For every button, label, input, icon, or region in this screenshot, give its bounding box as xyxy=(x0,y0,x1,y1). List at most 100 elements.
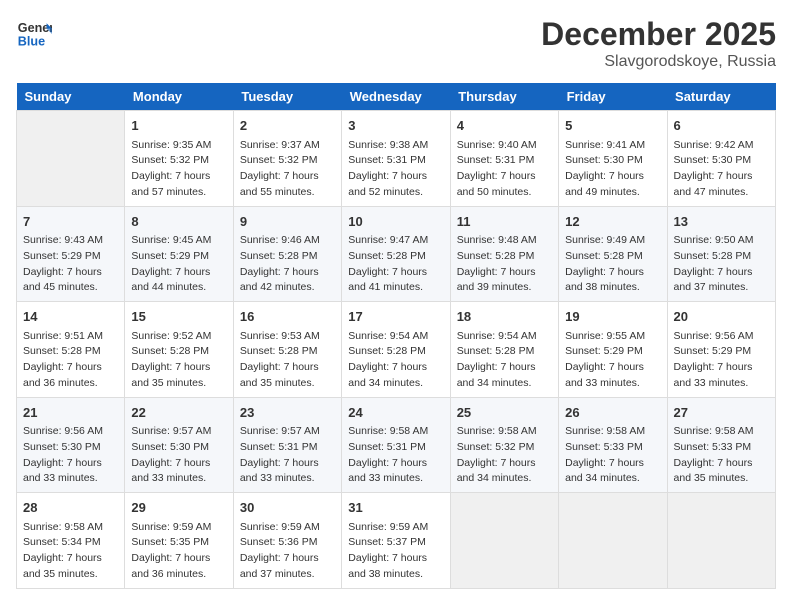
day-number: 17 xyxy=(348,307,443,327)
weekday-tuesday: Tuesday xyxy=(233,83,341,111)
calendar-cell: 3Sunrise: 9:38 AMSunset: 5:31 PMDaylight… xyxy=(342,111,450,207)
calendar-cell: 21Sunrise: 9:56 AMSunset: 5:30 PMDayligh… xyxy=(17,397,125,493)
weekday-thursday: Thursday xyxy=(450,83,558,111)
logo-icon: General Blue xyxy=(16,16,52,52)
calendar-cell: 17Sunrise: 9:54 AMSunset: 5:28 PMDayligh… xyxy=(342,302,450,398)
logo: General Blue xyxy=(16,16,52,52)
cell-info: Sunrise: 9:47 AMSunset: 5:28 PMDaylight:… xyxy=(348,233,443,296)
day-number: 21 xyxy=(23,403,118,423)
cell-info: Sunrise: 9:55 AMSunset: 5:29 PMDaylight:… xyxy=(565,329,660,392)
weekday-header-row: SundayMondayTuesdayWednesdayThursdayFrid… xyxy=(17,83,776,111)
calendar-cell: 16Sunrise: 9:53 AMSunset: 5:28 PMDayligh… xyxy=(233,302,341,398)
day-number: 23 xyxy=(240,403,335,423)
calendar-cell: 10Sunrise: 9:47 AMSunset: 5:28 PMDayligh… xyxy=(342,206,450,302)
calendar-cell: 20Sunrise: 9:56 AMSunset: 5:29 PMDayligh… xyxy=(667,302,775,398)
calendar-cell: 31Sunrise: 9:59 AMSunset: 5:37 PMDayligh… xyxy=(342,493,450,589)
calendar-table: SundayMondayTuesdayWednesdayThursdayFrid… xyxy=(16,83,776,589)
cell-info: Sunrise: 9:50 AMSunset: 5:28 PMDaylight:… xyxy=(674,233,769,296)
cell-info: Sunrise: 9:35 AMSunset: 5:32 PMDaylight:… xyxy=(131,138,226,201)
day-number: 24 xyxy=(348,403,443,423)
day-number: 3 xyxy=(348,116,443,136)
weekday-wednesday: Wednesday xyxy=(342,83,450,111)
calendar-cell xyxy=(559,493,667,589)
calendar-cell: 2Sunrise: 9:37 AMSunset: 5:32 PMDaylight… xyxy=(233,111,341,207)
week-row-2: 7Sunrise: 9:43 AMSunset: 5:29 PMDaylight… xyxy=(17,206,776,302)
calendar-cell: 30Sunrise: 9:59 AMSunset: 5:36 PMDayligh… xyxy=(233,493,341,589)
cell-info: Sunrise: 9:58 AMSunset: 5:32 PMDaylight:… xyxy=(457,424,552,487)
calendar-cell: 12Sunrise: 9:49 AMSunset: 5:28 PMDayligh… xyxy=(559,206,667,302)
day-number: 15 xyxy=(131,307,226,327)
day-number: 4 xyxy=(457,116,552,136)
cell-info: Sunrise: 9:41 AMSunset: 5:30 PMDaylight:… xyxy=(565,138,660,201)
cell-info: Sunrise: 9:54 AMSunset: 5:28 PMDaylight:… xyxy=(457,329,552,392)
cell-info: Sunrise: 9:46 AMSunset: 5:28 PMDaylight:… xyxy=(240,233,335,296)
day-number: 6 xyxy=(674,116,769,136)
calendar-cell: 24Sunrise: 9:58 AMSunset: 5:31 PMDayligh… xyxy=(342,397,450,493)
calendar-cell: 5Sunrise: 9:41 AMSunset: 5:30 PMDaylight… xyxy=(559,111,667,207)
week-row-3: 14Sunrise: 9:51 AMSunset: 5:28 PMDayligh… xyxy=(17,302,776,398)
day-number: 10 xyxy=(348,212,443,232)
cell-info: Sunrise: 9:49 AMSunset: 5:28 PMDaylight:… xyxy=(565,233,660,296)
calendar-cell xyxy=(450,493,558,589)
cell-info: Sunrise: 9:59 AMSunset: 5:37 PMDaylight:… xyxy=(348,520,443,583)
day-number: 31 xyxy=(348,498,443,518)
calendar-cell: 15Sunrise: 9:52 AMSunset: 5:28 PMDayligh… xyxy=(125,302,233,398)
calendar-cell: 19Sunrise: 9:55 AMSunset: 5:29 PMDayligh… xyxy=(559,302,667,398)
cell-info: Sunrise: 9:59 AMSunset: 5:35 PMDaylight:… xyxy=(131,520,226,583)
day-number: 18 xyxy=(457,307,552,327)
day-number: 9 xyxy=(240,212,335,232)
day-number: 11 xyxy=(457,212,552,232)
calendar-cell: 18Sunrise: 9:54 AMSunset: 5:28 PMDayligh… xyxy=(450,302,558,398)
month-year: December 2025 xyxy=(541,16,776,53)
cell-info: Sunrise: 9:56 AMSunset: 5:29 PMDaylight:… xyxy=(674,329,769,392)
cell-info: Sunrise: 9:57 AMSunset: 5:31 PMDaylight:… xyxy=(240,424,335,487)
day-number: 7 xyxy=(23,212,118,232)
cell-info: Sunrise: 9:57 AMSunset: 5:30 PMDaylight:… xyxy=(131,424,226,487)
cell-info: Sunrise: 9:40 AMSunset: 5:31 PMDaylight:… xyxy=(457,138,552,201)
day-number: 20 xyxy=(674,307,769,327)
cell-info: Sunrise: 9:58 AMSunset: 5:33 PMDaylight:… xyxy=(674,424,769,487)
cell-info: Sunrise: 9:59 AMSunset: 5:36 PMDaylight:… xyxy=(240,520,335,583)
weekday-friday: Friday xyxy=(559,83,667,111)
weekday-monday: Monday xyxy=(125,83,233,111)
calendar-cell: 14Sunrise: 9:51 AMSunset: 5:28 PMDayligh… xyxy=(17,302,125,398)
day-number: 8 xyxy=(131,212,226,232)
calendar-cell xyxy=(667,493,775,589)
cell-info: Sunrise: 9:37 AMSunset: 5:32 PMDaylight:… xyxy=(240,138,335,201)
calendar-cell: 1Sunrise: 9:35 AMSunset: 5:32 PMDaylight… xyxy=(125,111,233,207)
day-number: 12 xyxy=(565,212,660,232)
svg-text:Blue: Blue xyxy=(18,35,45,49)
cell-info: Sunrise: 9:42 AMSunset: 5:30 PMDaylight:… xyxy=(674,138,769,201)
calendar-cell: 11Sunrise: 9:48 AMSunset: 5:28 PMDayligh… xyxy=(450,206,558,302)
weekday-sunday: Sunday xyxy=(17,83,125,111)
calendar-cell: 4Sunrise: 9:40 AMSunset: 5:31 PMDaylight… xyxy=(450,111,558,207)
calendar-cell: 6Sunrise: 9:42 AMSunset: 5:30 PMDaylight… xyxy=(667,111,775,207)
calendar-cell: 8Sunrise: 9:45 AMSunset: 5:29 PMDaylight… xyxy=(125,206,233,302)
calendar-cell: 9Sunrise: 9:46 AMSunset: 5:28 PMDaylight… xyxy=(233,206,341,302)
page-header: General Blue December 2025 Slavgorodskoy… xyxy=(16,16,776,71)
calendar-cell: 23Sunrise: 9:57 AMSunset: 5:31 PMDayligh… xyxy=(233,397,341,493)
cell-info: Sunrise: 9:51 AMSunset: 5:28 PMDaylight:… xyxy=(23,329,118,392)
week-row-4: 21Sunrise: 9:56 AMSunset: 5:30 PMDayligh… xyxy=(17,397,776,493)
cell-info: Sunrise: 9:58 AMSunset: 5:33 PMDaylight:… xyxy=(565,424,660,487)
day-number: 5 xyxy=(565,116,660,136)
calendar-cell: 25Sunrise: 9:58 AMSunset: 5:32 PMDayligh… xyxy=(450,397,558,493)
day-number: 14 xyxy=(23,307,118,327)
title-block: December 2025 Slavgorodskoye, Russia xyxy=(541,16,776,71)
calendar-cell: 13Sunrise: 9:50 AMSunset: 5:28 PMDayligh… xyxy=(667,206,775,302)
cell-info: Sunrise: 9:53 AMSunset: 5:28 PMDaylight:… xyxy=(240,329,335,392)
day-number: 30 xyxy=(240,498,335,518)
day-number: 26 xyxy=(565,403,660,423)
calendar-cell: 22Sunrise: 9:57 AMSunset: 5:30 PMDayligh… xyxy=(125,397,233,493)
day-number: 27 xyxy=(674,403,769,423)
calendar-cell: 29Sunrise: 9:59 AMSunset: 5:35 PMDayligh… xyxy=(125,493,233,589)
location: Slavgorodskoye, Russia xyxy=(541,53,776,71)
day-number: 28 xyxy=(23,498,118,518)
day-number: 2 xyxy=(240,116,335,136)
day-number: 29 xyxy=(131,498,226,518)
calendar-cell xyxy=(17,111,125,207)
cell-info: Sunrise: 9:45 AMSunset: 5:29 PMDaylight:… xyxy=(131,233,226,296)
day-number: 19 xyxy=(565,307,660,327)
cell-info: Sunrise: 9:52 AMSunset: 5:28 PMDaylight:… xyxy=(131,329,226,392)
week-row-5: 28Sunrise: 9:58 AMSunset: 5:34 PMDayligh… xyxy=(17,493,776,589)
